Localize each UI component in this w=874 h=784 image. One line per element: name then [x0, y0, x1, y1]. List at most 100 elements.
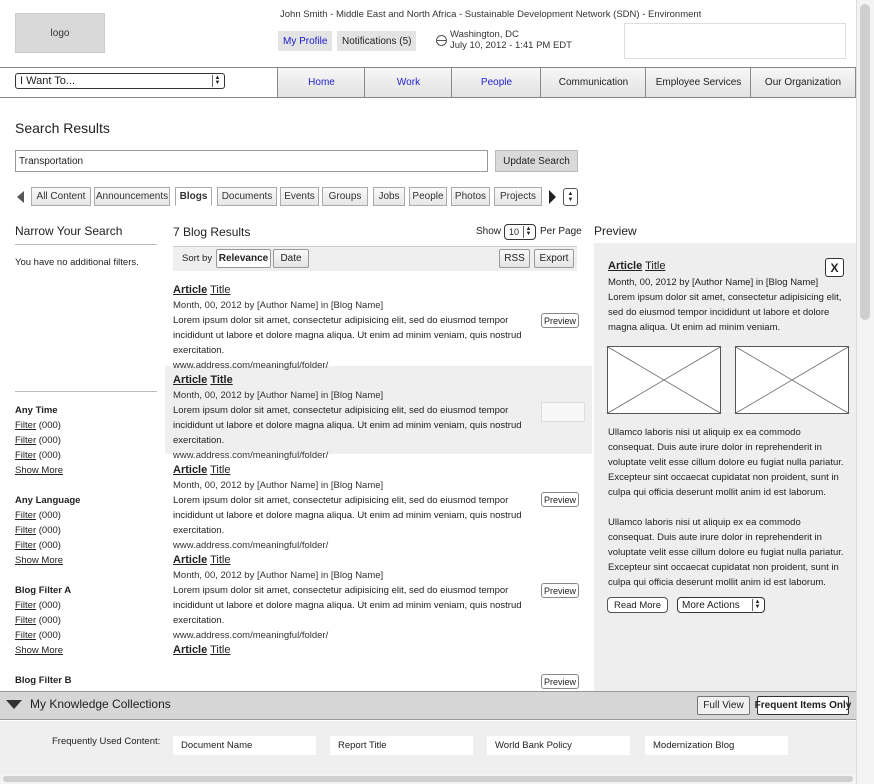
rss-button[interactable]: RSS	[499, 249, 530, 268]
preview-button[interactable]: Preview	[541, 313, 579, 328]
vertical-scroll-thumb[interactable]	[860, 4, 870, 320]
preview-button[interactable]: Preview	[541, 674, 579, 689]
frequent-item[interactable]: World Bank Policy	[487, 736, 630, 755]
preview-button[interactable]: Preview	[541, 492, 579, 507]
show-more-link[interactable]: Show More	[15, 643, 71, 658]
sort-date-button[interactable]: Date	[273, 249, 309, 268]
result-meta: Month, 00, 2012 by [Author Name] in [Blo…	[173, 480, 384, 491]
filter-tab-documents[interactable]: Documents	[217, 187, 277, 206]
result-item: Article Title	[173, 642, 577, 690]
filter-item[interactable]: Filter (000)	[15, 433, 63, 448]
preview-button[interactable]: Preview	[541, 583, 579, 598]
preview-title: Preview	[594, 224, 637, 238]
result-title[interactable]: Article Title	[173, 552, 577, 568]
narrow-search-title: Narrow Your Search	[15, 224, 123, 238]
filter-item[interactable]: Filter (000)	[15, 523, 80, 538]
filter-item[interactable]: Filter (000)	[15, 448, 63, 463]
filter-tab-blogs[interactable]: Blogs	[175, 187, 212, 206]
filter-tab-events[interactable]: Events	[280, 187, 319, 206]
full-view-button[interactable]: Full View	[697, 696, 750, 715]
filter-item[interactable]: Filter (000)	[15, 628, 71, 643]
filter-item[interactable]: Filter (000)	[15, 508, 80, 523]
search-input[interactable]: Transportation	[15, 150, 488, 172]
result-item: Article Title Month, 00, 2012 by [Author…	[173, 372, 577, 463]
nav-tab-our-organization[interactable]: Our Organization	[750, 68, 856, 97]
filter-item[interactable]: Filter (000)	[15, 538, 80, 553]
nav-tab-work[interactable]: Work	[364, 68, 452, 97]
result-url: www.address.com/meaningful/folder/	[173, 450, 329, 461]
show-more-link[interactable]: Show More	[15, 553, 80, 568]
location-city: Washington, DC	[450, 29, 519, 40]
filter-tab-groups[interactable]: Groups	[322, 187, 368, 206]
preview-article-title[interactable]: Article Title	[608, 260, 665, 272]
preview-meta: Month, 00, 2012 by [Author Name] in [Blo…	[608, 277, 819, 288]
divider	[15, 391, 157, 392]
my-profile-link[interactable]: My Profile	[278, 31, 333, 51]
image-placeholder	[735, 346, 849, 414]
frequent-items-only-button[interactable]: Frequent Items Only	[755, 696, 851, 715]
select-arrows-icon: ▲ ▼	[523, 226, 533, 238]
page-title: Search Results	[15, 120, 110, 136]
filter-item[interactable]: Filter (000)	[15, 613, 71, 628]
result-snippet: Lorem ipsum dolor sit amet, consectetur …	[173, 315, 522, 356]
nav-tab-employee-services[interactable]: Employee Services	[645, 68, 751, 97]
filter-tab-people[interactable]: People	[409, 187, 447, 206]
tabs-scroll-stepper-icon[interactable]: ▲ ▼	[563, 188, 578, 206]
collapse-triangle-icon[interactable]	[6, 700, 22, 709]
result-snippet: Lorem ipsum dolor sit amet, consectetur …	[173, 405, 522, 446]
frequent-item[interactable]: Modernization Blog	[645, 736, 788, 755]
filter-tab-all-content[interactable]: All Content	[31, 187, 91, 206]
result-item: Article Title Month, 00, 2012 by [Author…	[173, 282, 577, 373]
filter-item[interactable]: Filter (000)	[15, 418, 63, 433]
per-page-value: 10	[509, 227, 520, 237]
filter-tab-announcements[interactable]: Announcements	[94, 187, 170, 206]
i-want-to-label: I Want To...	[20, 75, 76, 87]
filter-tab-photos[interactable]: Photos	[451, 187, 490, 206]
filter-group-title: Any Language	[15, 495, 81, 506]
logo[interactable]: logo	[15, 13, 105, 53]
nav-tab-home[interactable]: Home	[277, 68, 365, 97]
notifications-link[interactable]: Notifications (5)	[337, 31, 417, 51]
frequent-item[interactable]: Report Title	[330, 736, 473, 755]
frequent-item[interactable]: Document Name	[173, 736, 316, 755]
sort-relevance-button[interactable]: Relevance	[216, 249, 271, 268]
result-url: www.address.com/meaningful/folder/	[173, 540, 329, 551]
filter-group-title: Any Time	[15, 405, 58, 416]
show-more-link[interactable]: Show More	[15, 463, 63, 478]
result-title[interactable]: Article Title	[173, 282, 577, 298]
filter-group-blog-filter-b: Blog Filter B	[15, 673, 71, 688]
per-page-label: Per Page	[540, 226, 582, 237]
location-info: Washington, DC July 10, 2012 - 1:41 PM E…	[450, 29, 572, 51]
update-search-button[interactable]: Update Search	[495, 150, 578, 172]
preview-intro: Lorem ipsum dolor sit amet, consectetur …	[608, 292, 842, 333]
filter-tab-jobs[interactable]: Jobs	[373, 187, 405, 206]
per-page-select[interactable]: 10 ▲ ▼	[504, 224, 536, 240]
horizontal-scroll-thumb[interactable]	[3, 776, 853, 782]
location-datetime: July 10, 2012 - 1:41 PM EDT	[450, 40, 572, 51]
read-more-button[interactable]: Read More	[607, 597, 668, 613]
select-arrows-icon: ▲ ▼	[752, 599, 762, 611]
header-placeholder-box	[624, 23, 846, 59]
divider	[15, 244, 157, 245]
filter-tab-projects[interactable]: Projects	[494, 187, 542, 206]
result-title[interactable]: Article Title	[173, 372, 577, 388]
result-meta: Month, 00, 2012 by [Author Name] in [Blo…	[173, 570, 384, 581]
tabs-right-arrow-icon[interactable]	[549, 190, 556, 204]
frequently-used-label: Frequently Used Content:	[52, 736, 161, 747]
filter-group-title: Blog Filter A	[15, 585, 72, 596]
nav-tab-communication[interactable]: Communication	[540, 68, 646, 97]
result-snippet: Lorem ipsum dolor sit amet, consectetur …	[173, 585, 522, 626]
result-url: www.address.com/meaningful/folder/	[173, 630, 329, 641]
globe-icon	[436, 35, 447, 46]
knowledge-collections-title: My Knowledge Collections	[30, 697, 171, 711]
i-want-to-select[interactable]: I Want To... ▲ ▼	[15, 73, 225, 89]
filter-item[interactable]: Filter (000)	[15, 598, 71, 613]
result-title[interactable]: Article Title	[173, 642, 577, 658]
nav-tab-people[interactable]: People	[451, 68, 541, 97]
result-title[interactable]: Article Title	[173, 462, 577, 478]
tabs-left-arrow-icon[interactable]	[17, 191, 24, 203]
export-button[interactable]: Export	[534, 249, 574, 268]
filter-group-any-time: Any Time Filter (000) Filter (000) Filte…	[15, 403, 63, 478]
more-actions-select[interactable]: More Actions ▲ ▼	[677, 597, 765, 613]
more-actions-label: More Actions	[682, 599, 740, 611]
